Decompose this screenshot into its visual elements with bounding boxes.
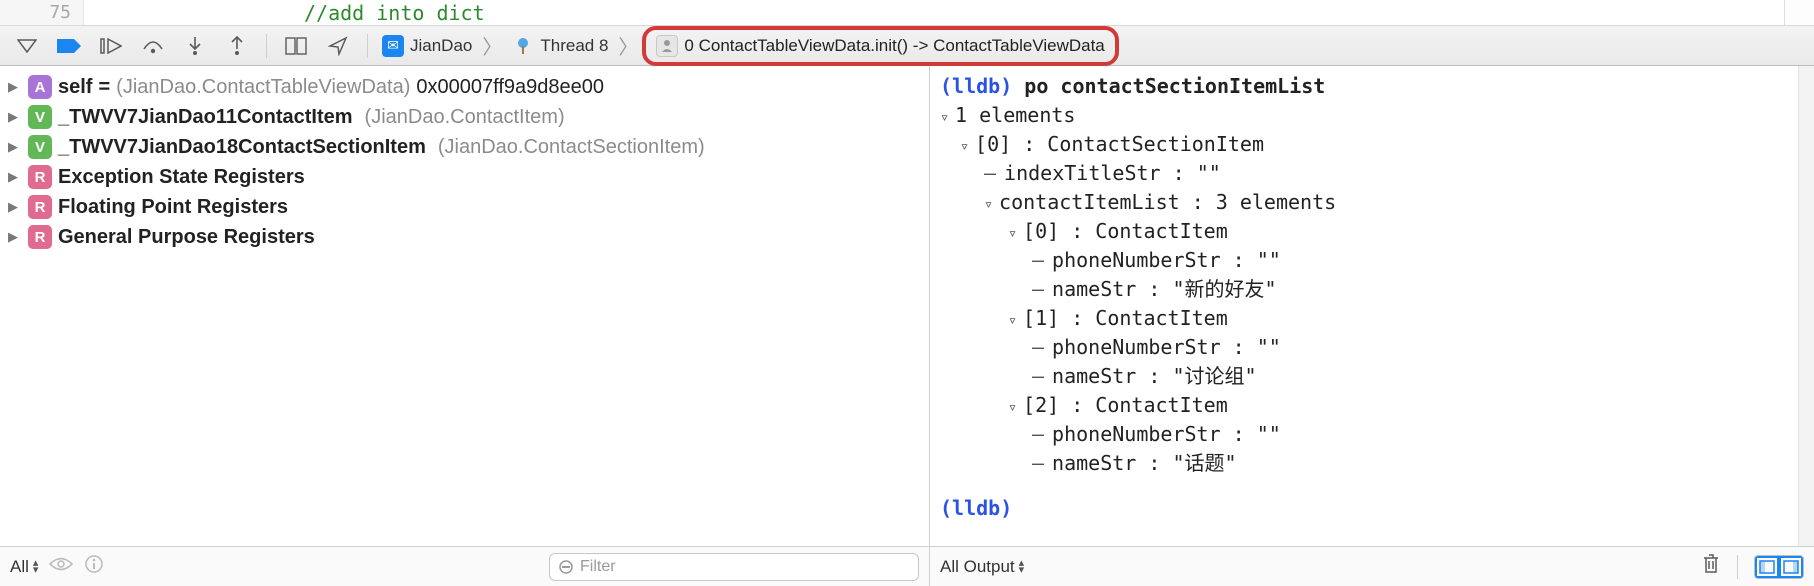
variable-type: (JianDao.ContactTableViewData) bbox=[116, 76, 410, 99]
console-line: phoneNumberStr : "" bbox=[940, 333, 1788, 362]
variable-row[interactable]: ▶ R Exception State Registers bbox=[4, 162, 925, 192]
variable-name: General Purpose Registers bbox=[58, 226, 315, 249]
console-output-popup[interactable]: All Output ▴▾ bbox=[940, 557, 1024, 577]
app-icon: ✉ bbox=[382, 35, 404, 57]
stackframe-icon bbox=[656, 35, 678, 57]
left-panel-toggle-icon[interactable] bbox=[1755, 556, 1779, 578]
step-into-button[interactable] bbox=[176, 32, 214, 60]
variable-row[interactable]: ▶ R Floating Point Registers bbox=[4, 192, 925, 222]
variable-kind-icon: R bbox=[28, 225, 52, 249]
variable-kind-icon: R bbox=[28, 165, 52, 189]
breadcrumb-app-label: JianDao bbox=[410, 36, 472, 56]
disclosure-triangle-icon[interactable]: ▶ bbox=[8, 79, 22, 95]
filter-placeholder: Filter bbox=[580, 558, 616, 576]
variables-panel[interactable]: ▶Aself = (JianDao.ContactTableViewData) … bbox=[0, 66, 930, 546]
toggle-breakpoints-button[interactable] bbox=[50, 32, 88, 60]
variable-name: Floating Point Registers bbox=[58, 196, 288, 219]
variable-type: (JianDao.ContactItem) bbox=[365, 106, 565, 129]
breadcrumb-frame-highlighted[interactable]: 0 ContactTableViewData.init() -> Contact… bbox=[642, 26, 1118, 66]
toolbar-separator bbox=[1737, 555, 1738, 579]
console-panel[interactable]: (lldb) po contactSectionItemList 1 eleme… bbox=[930, 66, 1798, 546]
debug-toolbar: ✉ JianDao 〉 Thread 8 〉 0 ContactTableVie… bbox=[0, 26, 1814, 66]
console-line: [1] : ContactItem bbox=[940, 304, 1788, 333]
code-comment: //add into dict bbox=[84, 1, 485, 25]
line-number: 75 bbox=[0, 0, 84, 25]
chevron-right-icon: 〉 bbox=[616, 31, 640, 60]
console-line: contactItemList : 3 elements bbox=[940, 188, 1788, 217]
editor-right-gutter bbox=[1784, 0, 1814, 25]
view-debugger-button[interactable] bbox=[277, 32, 315, 60]
disclosure-triangle-icon[interactable]: ▶ bbox=[8, 229, 22, 245]
lldb-command: po contactSectionItemList bbox=[1024, 74, 1325, 98]
variable-kind-icon: R bbox=[28, 195, 52, 219]
variable-name: _TWVV7JianDao18ContactSectionItem bbox=[58, 136, 426, 159]
breadcrumb-app[interactable]: ✉ JianDao bbox=[378, 33, 476, 59]
variable-type: (JianDao.ContactSectionItem) bbox=[438, 136, 705, 159]
variables-filter-input[interactable]: Filter bbox=[549, 553, 919, 581]
disclosure-triangle-icon[interactable]: ▶ bbox=[8, 199, 22, 215]
filter-icon bbox=[558, 559, 574, 575]
step-over-button[interactable] bbox=[134, 32, 172, 60]
console-line: indexTitleStr : "" bbox=[940, 159, 1788, 188]
console-line: [2] : ContactItem bbox=[940, 391, 1788, 420]
lldb-prompt: (lldb) bbox=[940, 496, 1012, 520]
console-line: nameStr : "讨论组" bbox=[940, 362, 1788, 391]
console-line: [0] : ContactItem bbox=[940, 217, 1788, 246]
toolbar-separator bbox=[266, 34, 267, 58]
panel-toggle[interactable] bbox=[1754, 555, 1804, 579]
trash-icon[interactable] bbox=[1701, 553, 1721, 580]
simulate-location-button[interactable] bbox=[319, 32, 357, 60]
breadcrumb-thread[interactable]: Thread 8 bbox=[508, 33, 612, 59]
console-line: phoneNumberStr : "" bbox=[940, 420, 1788, 449]
console-line: nameStr : "话题" bbox=[940, 449, 1788, 478]
thread-icon bbox=[512, 35, 534, 57]
toolbar-separator bbox=[367, 34, 368, 58]
disclosure-triangle-icon[interactable]: ▶ bbox=[8, 169, 22, 185]
console-bottom-bar: All Output ▴▾ bbox=[930, 547, 1814, 586]
console-scrollbar[interactable] bbox=[1798, 66, 1814, 546]
continue-button[interactable] bbox=[92, 32, 130, 60]
disclosure-triangle-icon[interactable]: ▶ bbox=[8, 139, 22, 155]
breadcrumb-frame-label: 0 ContactTableViewData.init() -> Contact… bbox=[684, 36, 1104, 56]
breadcrumb-thread-label: Thread 8 bbox=[540, 36, 608, 56]
right-panel-toggle-icon[interactable] bbox=[1779, 556, 1803, 578]
variable-name: Exception State Registers bbox=[58, 166, 305, 189]
variable-kind-icon: V bbox=[28, 135, 52, 159]
editor-line-strip: 75 //add into dict bbox=[0, 0, 1814, 26]
lldb-prompt: (lldb) bbox=[940, 74, 1012, 98]
variable-row[interactable]: ▶Aself = (JianDao.ContactTableViewData) … bbox=[4, 72, 925, 102]
variables-bottom-bar: All ▴▾ Filter bbox=[0, 547, 930, 586]
variable-name: _TWVV7JianDao11ContactItem bbox=[58, 106, 353, 129]
variable-kind-icon: A bbox=[28, 75, 52, 99]
variable-row[interactable]: ▶ V _TWVV7JianDao11ContactItem (JianDao.Co… bbox=[4, 102, 925, 132]
toggle-debug-area-button[interactable] bbox=[8, 32, 46, 60]
variable-kind-icon: V bbox=[28, 105, 52, 129]
console-line: nameStr : "新的好友" bbox=[940, 275, 1788, 304]
variables-scope-popup[interactable]: All ▴▾ bbox=[10, 557, 38, 577]
step-out-button[interactable] bbox=[218, 32, 256, 60]
variable-row[interactable]: ▶ V _TWVV7JianDao18ContactSectionItem (Jia… bbox=[4, 132, 925, 162]
disclosure-triangle-icon[interactable]: ▶ bbox=[8, 109, 22, 125]
chevron-right-icon: 〉 bbox=[480, 31, 504, 60]
console-line: phoneNumberStr : "" bbox=[940, 246, 1788, 275]
console-line: [0] : ContactSectionItem bbox=[940, 130, 1788, 159]
variable-value: 0x00007ff9a9d8ee00 bbox=[416, 76, 604, 99]
variable-row[interactable]: ▶ R General Purpose Registers bbox=[4, 222, 925, 252]
console-line: 1 elements bbox=[940, 101, 1788, 130]
quicklook-icon[interactable] bbox=[48, 556, 74, 577]
variable-name: self bbox=[58, 76, 92, 99]
info-icon[interactable] bbox=[84, 554, 104, 579]
